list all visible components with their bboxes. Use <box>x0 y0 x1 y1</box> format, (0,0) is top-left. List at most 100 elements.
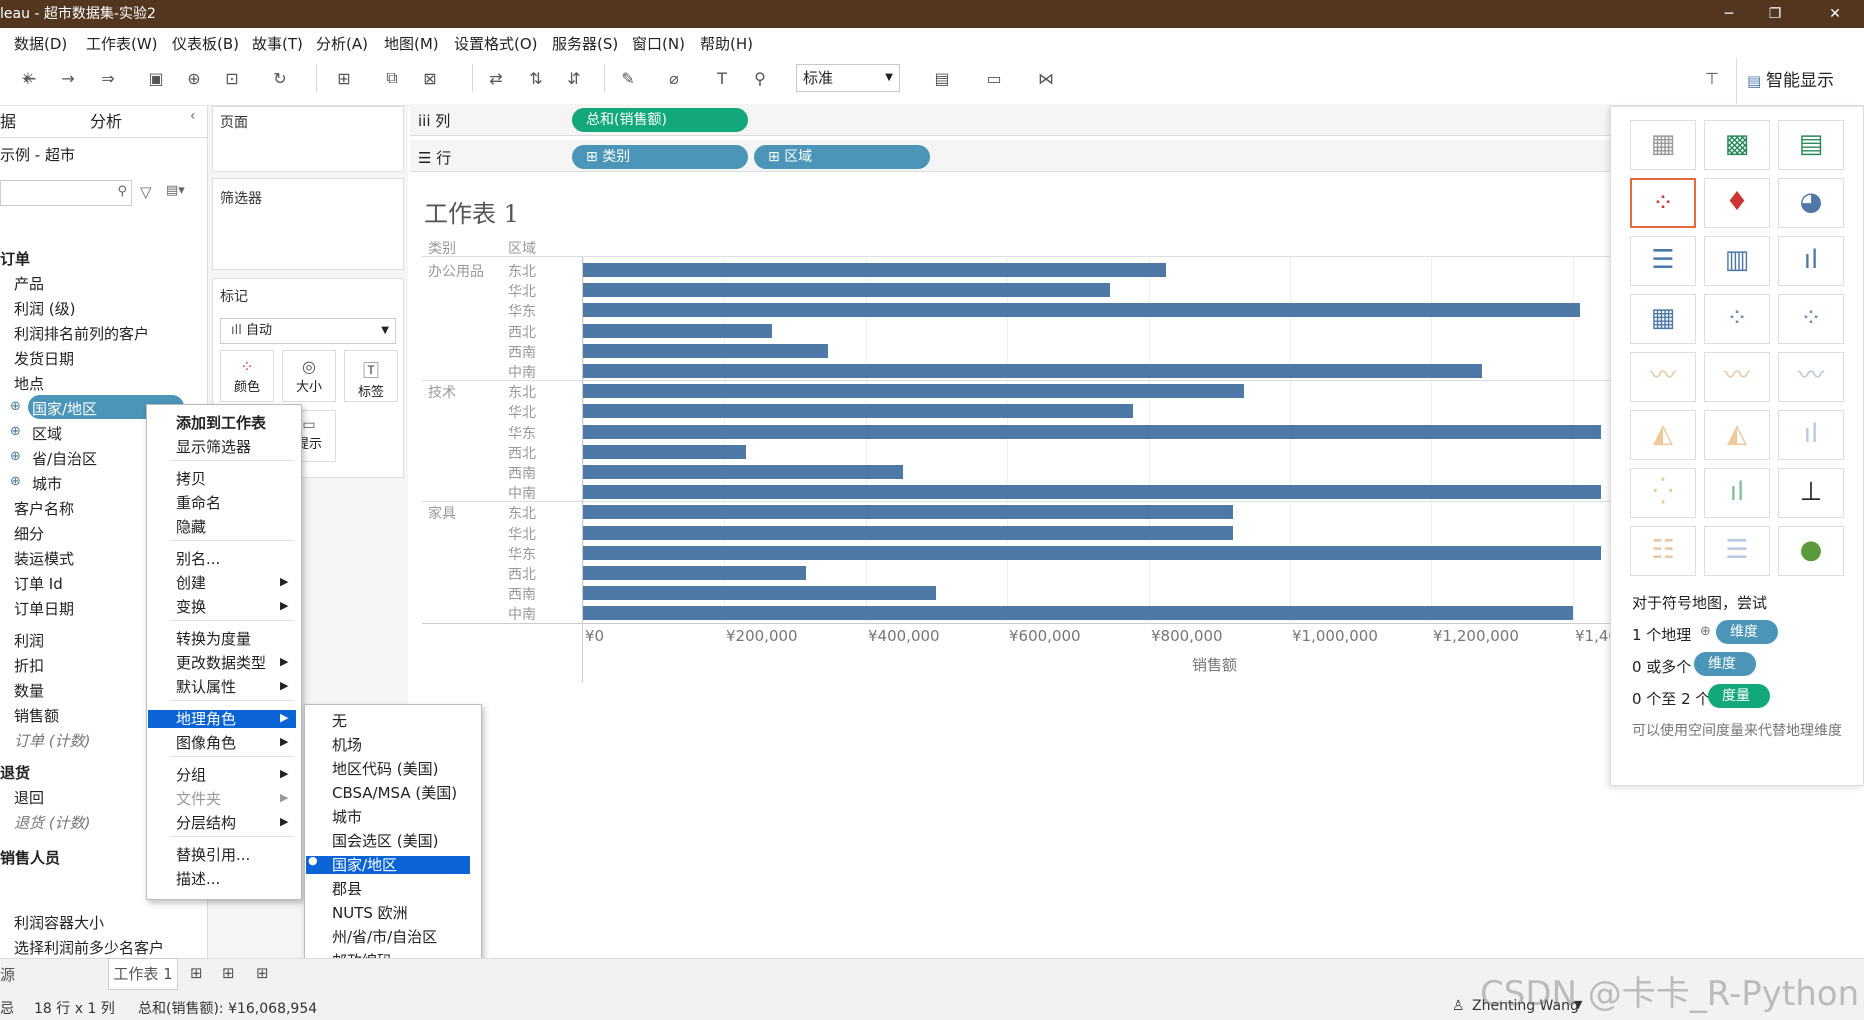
data-bar[interactable] <box>583 566 806 580</box>
field-item[interactable]: 数量 <box>14 680 44 701</box>
dual-line-icon[interactable]: 〰 <box>1778 352 1844 402</box>
field-item[interactable]: 退货 <box>0 762 30 783</box>
field-item[interactable]: 地点 <box>14 373 44 394</box>
fit-select[interactable]: 标准 ▼ <box>796 64 900 92</box>
area-continuous-icon[interactable]: ◭ <box>1630 410 1696 460</box>
context-menu-item[interactable]: 描述... <box>176 868 220 889</box>
side-by-side-circle-icon[interactable]: ⁘ <box>1778 294 1844 344</box>
save-icon[interactable]: ▣ <box>144 66 168 90</box>
region-pill[interactable]: ⊞ 区域 <box>754 145 930 169</box>
close-icon[interactable]: ✕ <box>1812 0 1858 28</box>
color-button[interactable]: ⁘ 颜色 <box>220 350 274 402</box>
packed-bubbles-icon[interactable]: ● <box>1778 526 1844 576</box>
label-button[interactable]: 🅃 标签 <box>344 350 398 402</box>
filled-map-icon[interactable]: ♦ <box>1704 178 1770 228</box>
group-icon[interactable]: ⌀ <box>662 66 686 90</box>
context-menu-item[interactable]: 分组 <box>176 764 206 785</box>
field-item[interactable]: 利润容器大小 <box>14 912 104 933</box>
datasource-name[interactable]: 示例 - 超市 <box>0 144 75 165</box>
context-menu-item[interactable]: 默认属性 <box>176 676 236 697</box>
presentation-icon[interactable]: ▭ <box>982 66 1006 90</box>
geo-role-item[interactable]: CBSA/MSA (美国) <box>332 782 457 803</box>
context-menu-item[interactable]: 替换引用... <box>176 844 250 865</box>
context-menu-item[interactable]: 重命名 <box>176 492 221 513</box>
tab-data[interactable]: 据 <box>0 108 16 132</box>
data-bar[interactable] <box>583 303 1580 318</box>
clear-sheet-icon[interactable]: ⊠ <box>418 66 442 90</box>
histogram-icon[interactable]: ıl <box>1704 468 1770 518</box>
maximize-icon[interactable]: ❐ <box>1752 0 1798 28</box>
data-bar[interactable] <box>583 364 1482 378</box>
heat-map-icon[interactable]: ▩ <box>1704 120 1770 170</box>
undo-icon[interactable]: ← <box>18 66 42 90</box>
minimize-icon[interactable]: ─ <box>1706 0 1752 28</box>
highlight-table-icon[interactable]: ▤ <box>1778 120 1844 170</box>
share-icon[interactable]: ⋈ <box>1034 66 1058 90</box>
field-item[interactable]: 选择利润前多少名客户 <box>14 937 164 958</box>
field-item[interactable]: 装运模式 <box>14 548 74 569</box>
geo-role-item[interactable]: 郡县 <box>332 878 362 899</box>
redo-icon[interactable]: → <box>56 66 80 90</box>
context-menu-item[interactable]: 添加到工作表 <box>176 412 266 433</box>
scatter-plot-icon[interactable]: ⁛ <box>1630 468 1696 518</box>
field-item[interactable]: 退回 <box>14 787 44 808</box>
horizontal-bar-icon[interactable]: ☰ <box>1630 236 1696 286</box>
area-discrete-icon[interactable]: ◭ <box>1704 410 1770 460</box>
view-options-icon[interactable]: ▤▾ <box>166 183 185 198</box>
field-item[interactable]: 利润 (级) <box>14 298 75 319</box>
labels-icon[interactable]: T <box>710 66 734 90</box>
side-by-side-bar-icon[interactable]: ıl <box>1778 236 1844 286</box>
pause-icon[interactable]: ⊡ <box>220 66 244 90</box>
refresh-icon[interactable]: ↻ <box>268 66 292 90</box>
new-datasource-icon[interactable]: ⊕ <box>182 66 206 90</box>
field-item[interactable]: 折扣 <box>14 655 44 676</box>
data-bar[interactable] <box>583 283 1110 298</box>
menu-data[interactable]: 数据(D) <box>14 33 67 54</box>
menu-help[interactable]: 帮助(H) <box>700 33 753 54</box>
field-item[interactable]: 销售人员 <box>0 847 60 868</box>
dual-combination-icon[interactable]: ıl <box>1778 410 1844 460</box>
data-bar[interactable] <box>583 263 1166 277</box>
field-item[interactable]: 城市 <box>32 473 62 494</box>
context-menu-item[interactable]: 隐藏 <box>176 516 206 537</box>
mark-type-select[interactable]: ıll 自动 ▼ <box>220 318 396 344</box>
tab-analysis[interactable]: 分析 <box>90 108 122 132</box>
field-item[interactable]: 客户名称 <box>14 498 74 519</box>
field-item[interactable]: 订单 Id <box>14 573 63 594</box>
data-bar[interactable] <box>583 606 1573 621</box>
field-item[interactable]: 省/自治区 <box>32 448 97 469</box>
new-sheet-tab-icon[interactable]: ⊞ <box>190 964 203 982</box>
context-menu-item[interactable]: 图像角色 <box>176 732 236 753</box>
data-bar[interactable] <box>583 343 828 358</box>
sum-sales-pill[interactable]: 总和(销售额) <box>572 108 748 132</box>
field-item[interactable]: 销售额 <box>14 705 59 726</box>
menu-window[interactable]: 窗口(N) <box>632 33 685 54</box>
data-bar[interactable] <box>583 505 1233 520</box>
context-menu-item[interactable]: 创建 <box>176 572 206 593</box>
data-bar[interactable] <box>583 323 772 338</box>
context-menu-item[interactable]: 文件夹 <box>176 788 221 809</box>
geo-role-item[interactable]: 无 <box>332 710 347 731</box>
tab-sheet-1[interactable]: 工作表 1 <box>108 958 178 990</box>
menu-worksheet[interactable]: 工作表(W) <box>86 33 158 54</box>
field-item[interactable]: 利润排名前列的客户 <box>14 323 149 344</box>
sort-desc-icon[interactable]: ⇵ <box>562 66 586 90</box>
field-item[interactable]: 订单日期 <box>14 598 74 619</box>
menu-server[interactable]: 服务器(S) <box>552 33 618 54</box>
data-bar[interactable] <box>583 525 1233 540</box>
new-dashboard-tab-icon[interactable]: ⊞ <box>222 964 235 982</box>
stacked-bar-icon[interactable]: ▥ <box>1704 236 1770 286</box>
data-bar[interactable] <box>583 465 903 479</box>
smart-show-button[interactable]: ▤ 智能显示 <box>1736 58 1864 104</box>
size-button[interactable]: ◎ 大小 <box>282 350 336 402</box>
show-cards-icon[interactable]: ▤ <box>930 66 954 90</box>
box-plot-icon[interactable]: ⊥ <box>1778 468 1844 518</box>
new-story-tab-icon[interactable]: ⊞ <box>256 964 269 982</box>
data-bar[interactable] <box>583 586 936 601</box>
field-item[interactable]: 订单 (计数) <box>14 730 90 751</box>
treemap-icon[interactable]: ▦ <box>1630 294 1696 344</box>
field-item[interactable]: 退货 (计数) <box>14 812 90 833</box>
menu-format[interactable]: 设置格式(O) <box>454 33 538 54</box>
forward-icon[interactable]: ⇒ <box>96 66 120 90</box>
field-item[interactable]: 细分 <box>14 523 44 544</box>
